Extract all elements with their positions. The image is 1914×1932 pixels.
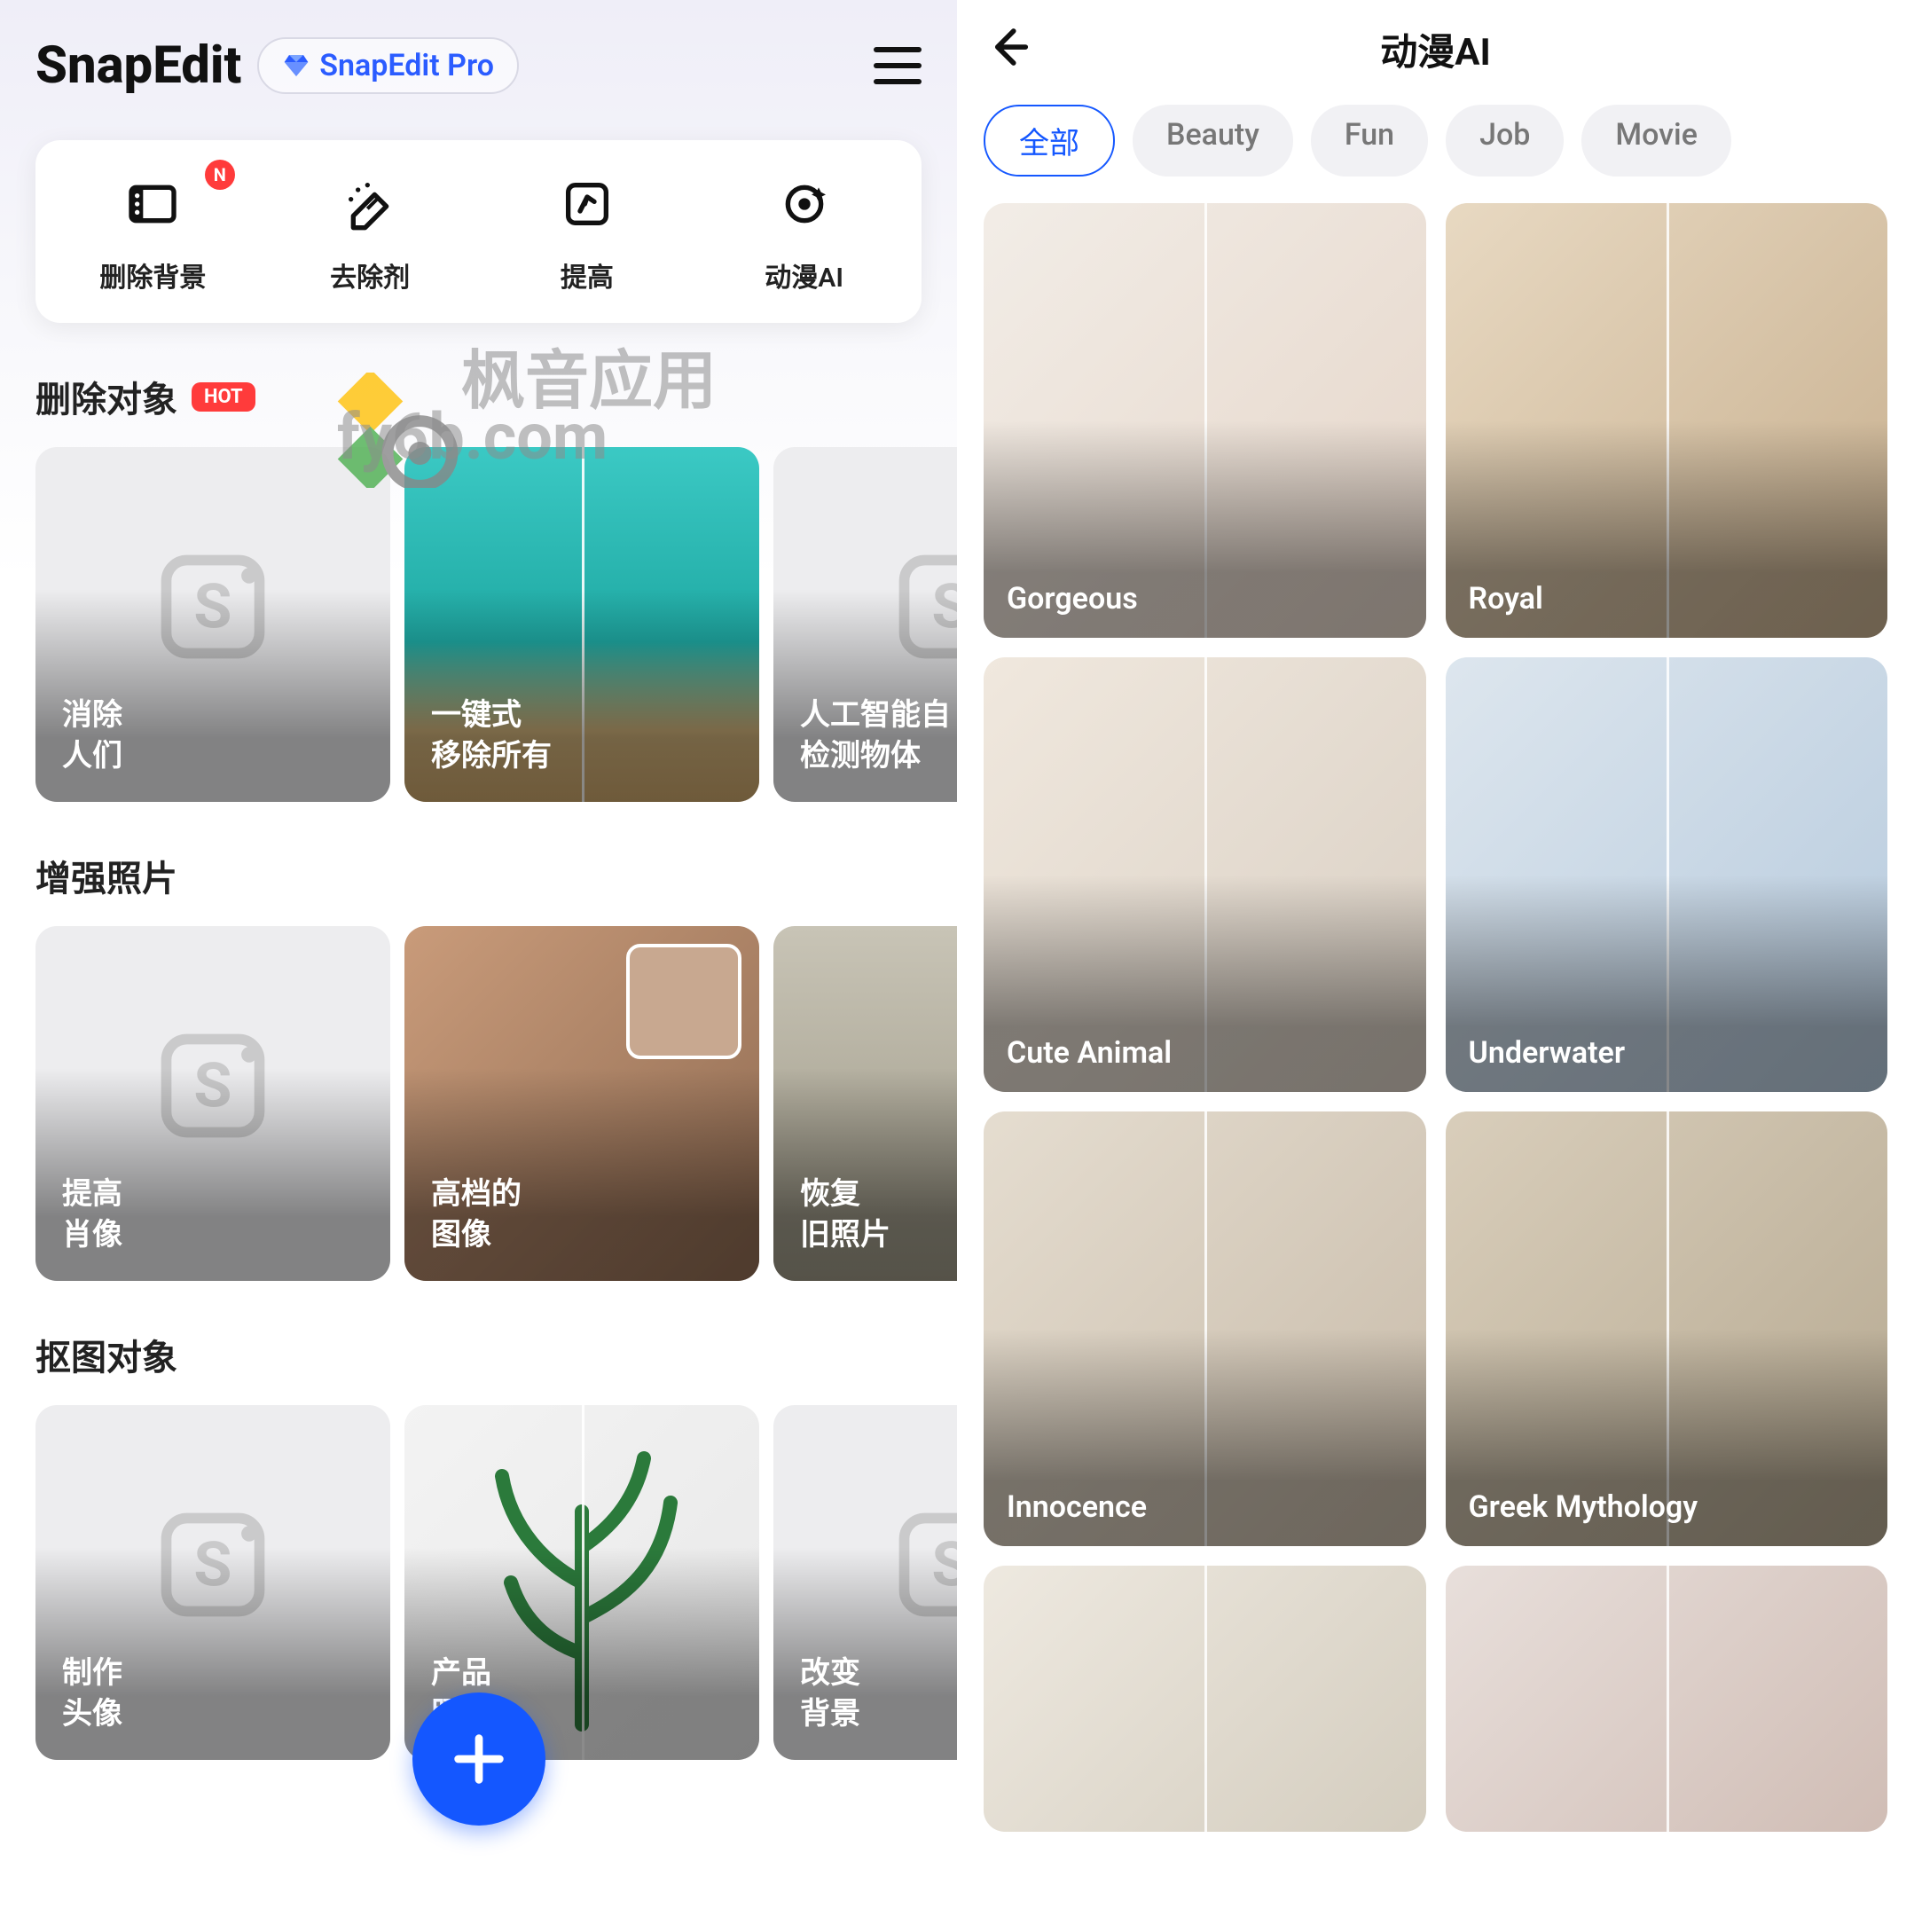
tool-enhance[interactable]: 提高: [479, 169, 696, 295]
card-one-click-remove[interactable]: 一键式移除所有: [404, 447, 759, 802]
style-label: Gorgeous: [1007, 581, 1138, 617]
app-title: SnapEdit: [35, 35, 241, 96]
tool-label: 删除背景: [99, 255, 206, 295]
card-change-bg[interactable]: S 改变背景: [773, 1405, 957, 1760]
tool-label: 去除剂: [330, 255, 410, 295]
card-upscale-image[interactable]: 高档的图像: [404, 926, 759, 1281]
chip-job[interactable]: Job: [1446, 105, 1564, 177]
section-remove-objects: 删除对象 HOT S 消除人们 一键式移除所有 S 人工智能自检测物体: [0, 371, 957, 802]
section-enhance-photos: 增强照片 S 提高肖像 高档的图像 恢复旧照片: [0, 850, 957, 1281]
card-restore-old[interactable]: 恢复旧照片: [773, 926, 957, 1281]
style-underwater[interactable]: Underwater: [1446, 657, 1888, 1092]
section-title: 增强照片: [35, 850, 177, 901]
home-header: SnapEdit SnapEdit Pro: [0, 0, 957, 122]
remove-bg-icon: [117, 169, 188, 240]
back-button[interactable]: [984, 23, 1032, 75]
style-label: Cute Animal: [1007, 1035, 1172, 1071]
style-greek-mythology[interactable]: Greek Mythology: [1446, 1111, 1888, 1546]
tool-label: 提高: [561, 255, 614, 295]
section-title: 删除对象: [35, 371, 177, 422]
card-label: 一键式移除所有: [431, 695, 552, 777]
tool-label: 动漫AI: [765, 255, 843, 295]
style-label: Innocence: [1007, 1489, 1147, 1525]
arrow-left-icon: [984, 23, 1032, 71]
watermark-logo-icon: [337, 373, 461, 488]
gem-icon: [282, 51, 310, 80]
tool-eraser[interactable]: 去除剂: [262, 169, 479, 295]
card-label: 制作头像: [62, 1653, 122, 1735]
chip-fun[interactable]: Fun: [1311, 105, 1428, 177]
tool-remove-bg[interactable]: N 删除背景: [44, 169, 262, 295]
page-title: 动漫AI: [1380, 22, 1491, 76]
hot-badge: HOT: [192, 382, 255, 412]
style-royal[interactable]: Royal: [1446, 203, 1888, 638]
style-innocence[interactable]: Innocence: [984, 1111, 1426, 1546]
card-make-avatar[interactable]: S 制作头像: [35, 1405, 390, 1760]
new-badge: N: [205, 160, 235, 190]
fab-add-button[interactable]: [412, 1692, 545, 1826]
card-label: 提高肖像: [62, 1174, 122, 1256]
tools-card: N 删除背景 去除剂 提高 动漫AI: [35, 140, 922, 323]
card-erase-people[interactable]: S 消除人们: [35, 447, 390, 802]
card-label: 人工智能自检测物体: [800, 695, 951, 777]
snapedit-home-screen: SnapEdit SnapEdit Pro N 删除背景 去除剂 提高: [0, 0, 957, 1932]
card-enhance-portrait[interactable]: S 提高肖像: [35, 926, 390, 1281]
card-label: 高档的图像: [431, 1174, 522, 1256]
style-label: Underwater: [1469, 1035, 1626, 1071]
tool-anime-ai[interactable]: 动漫AI: [695, 169, 913, 295]
eraser-icon: [334, 169, 405, 240]
enhance-icon: [552, 169, 623, 240]
style-extra-1[interactable]: [984, 1566, 1426, 1832]
anime-ai-icon: [769, 169, 840, 240]
card-label: 改变背景: [800, 1653, 860, 1735]
anime-ai-screen: 动漫AI 全部 Beauty Fun Job Movie Gorgeous Ro…: [957, 0, 1914, 1932]
menu-button[interactable]: [874, 47, 922, 84]
chip-all[interactable]: 全部: [984, 105, 1115, 177]
style-label: Greek Mythology: [1469, 1489, 1698, 1525]
section-title: 抠图对象: [35, 1329, 177, 1380]
card-label: 恢复旧照片: [800, 1174, 890, 1256]
style-extra-2[interactable]: [1446, 1566, 1888, 1832]
styles-grid: Gorgeous Royal Cute Animal Underwater In…: [957, 194, 1914, 1832]
card-ai-detect[interactable]: S 人工智能自检测物体: [773, 447, 957, 802]
chip-movie[interactable]: Movie: [1581, 105, 1731, 177]
style-gorgeous[interactable]: Gorgeous: [984, 203, 1426, 638]
chip-beauty[interactable]: Beauty: [1133, 105, 1293, 177]
card-label: 消除人们: [62, 695, 122, 777]
style-label: Royal: [1469, 581, 1543, 617]
category-chips: 全部 Beauty Fun Job Movie: [957, 98, 1914, 194]
pro-label: SnapEdit Pro: [319, 48, 494, 83]
plus-icon: [448, 1728, 510, 1790]
pro-badge[interactable]: SnapEdit Pro: [257, 37, 519, 94]
style-cute-animal[interactable]: Cute Animal: [984, 657, 1426, 1092]
anime-header: 动漫AI: [957, 0, 1914, 98]
